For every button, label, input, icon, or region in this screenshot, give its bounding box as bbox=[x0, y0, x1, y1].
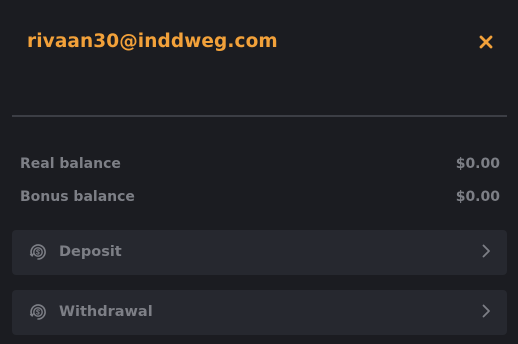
real-balance-label: Real balance bbox=[20, 156, 121, 172]
bonus-balance-value: $0.00 bbox=[455, 189, 500, 205]
dollar-coin-icon bbox=[29, 243, 47, 261]
withdrawal-label: Withdrawal bbox=[59, 304, 153, 320]
deposit-button[interactable]: Deposit bbox=[12, 230, 507, 275]
real-balance-value: $0.00 bbox=[455, 156, 500, 172]
bonus-balance-row: Bonus balance $0.00 bbox=[20, 187, 500, 207]
close-icon[interactable] bbox=[475, 31, 497, 53]
deposit-label: Deposit bbox=[59, 244, 122, 260]
user-email: rivaan30@inddweg.com bbox=[27, 31, 278, 52]
chevron-right-icon bbox=[480, 303, 492, 319]
chevron-right-icon bbox=[480, 243, 492, 259]
bonus-balance-label: Bonus balance bbox=[20, 189, 135, 205]
account-header: rivaan30@inddweg.com bbox=[0, 0, 518, 86]
real-balance-row: Real balance $0.00 bbox=[20, 154, 500, 174]
dollar-coin-icon bbox=[29, 303, 47, 321]
withdrawal-button[interactable]: Withdrawal bbox=[12, 290, 507, 335]
header-divider bbox=[12, 115, 507, 117]
